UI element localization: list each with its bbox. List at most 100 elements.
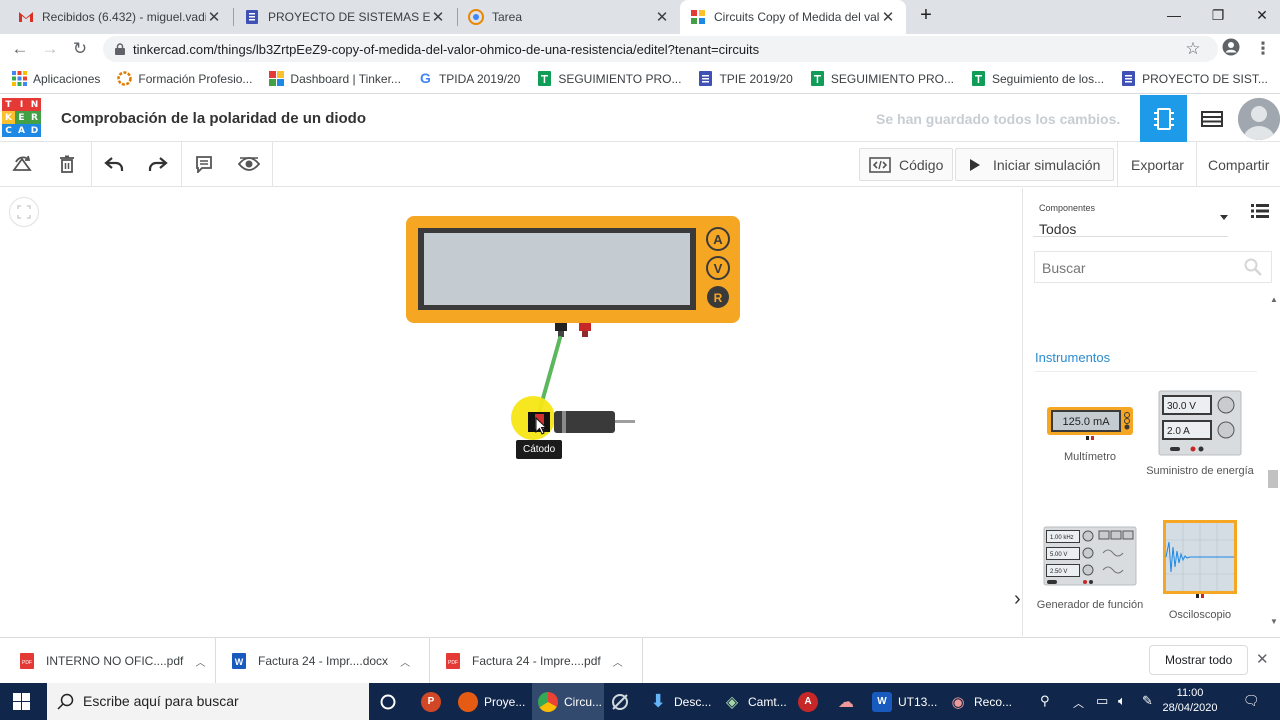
bookmark-item[interactable]: Seguimiento de los... — [971, 71, 1104, 86]
schematic-view-button[interactable] — [1188, 95, 1235, 142]
taskbar-app-word[interactable]: W UT13... — [872, 683, 940, 720]
scroll-up-icon[interactable]: ▲ — [1270, 295, 1278, 304]
system-clock[interactable]: 11:00 28/04/2020 — [1160, 686, 1220, 716]
browser-tab-forms[interactable]: PROYECTO DE SISTEMAS ELECTR ✕ — [234, 0, 456, 34]
browser-tab-circuits[interactable]: Circuits Copy of Medida del valor ✕ — [680, 0, 906, 34]
chevron-up-icon[interactable]: ︿ — [613, 654, 623, 669]
people-icon[interactable]: ⚲ — [1040, 693, 1050, 709]
url-field[interactable]: tinkercad.com/things/lb3ZrtpEeZ9-copy-of… — [103, 36, 1218, 62]
circuit-view-button[interactable] — [1140, 95, 1187, 142]
workplane-canvas[interactable]: A V R Cátodo › — [0, 188, 1022, 636]
bookmark-item[interactable]: Dashboard | Tinker... — [269, 71, 401, 86]
function-generator-thumbnail: 1.00 kHz 5.00 V 2.50 V — [1043, 526, 1137, 586]
bookmark-apps[interactable]: Aplicaciones — [12, 71, 100, 86]
component-function-generator[interactable]: 1.00 kHz 5.00 V 2.50 V Generador de func… — [1035, 526, 1145, 612]
generator-offset: 2.50 V — [1050, 569, 1067, 575]
notes-button[interactable] — [188, 148, 220, 180]
taskbar-app-downloads[interactable]: ⬇ Desc... — [648, 683, 716, 720]
chevron-up-icon[interactable]: ︿ — [195, 654, 205, 669]
volume-icon[interactable]: 🔈︎ — [1118, 693, 1126, 709]
search-placeholder: Buscar — [1042, 260, 1086, 276]
download-filename: INTERNO NO OFIC....pdf — [46, 654, 184, 668]
reload-icon[interactable]: ↻ — [68, 38, 92, 60]
task-view-icon[interactable] — [380, 683, 402, 720]
bookmark-item[interactable]: TPIE 2019/20 — [698, 71, 793, 86]
taskbar-search-input[interactable]: Escribe aquí para buscar — [47, 683, 369, 720]
rotate-button[interactable] — [6, 148, 38, 180]
close-icon[interactable]: ✕ — [430, 8, 446, 26]
close-icon[interactable]: ✕ — [206, 8, 222, 26]
bookmark-item[interactable]: SEGUIMIENTO PRO... — [537, 71, 681, 86]
powerpoint-icon[interactable]: P — [421, 683, 445, 720]
browser-tab-gmail[interactable]: Recibidos (6.432) - miguel.vadillo ✕ — [8, 0, 232, 34]
download-item[interactable]: PDF Factura 24 - Impre....pdf ︿ — [430, 638, 643, 684]
redo-button[interactable] — [142, 148, 174, 180]
component-multimeter[interactable]: 125.0 mA Multímetro — [1035, 406, 1145, 464]
bookmark-item[interactable]: G TPIDA 2019/20 — [418, 71, 520, 86]
scroll-thumb[interactable] — [1268, 470, 1278, 488]
collapse-panel-chevron-icon[interactable]: › — [1014, 588, 1021, 611]
close-icon[interactable]: ✕ — [880, 8, 896, 26]
components-filter-dropdown[interactable]: Componentes Todos — [1033, 195, 1228, 237]
delete-button[interactable] — [51, 148, 83, 180]
back-arrow-icon[interactable]: ← — [8, 38, 32, 60]
windows-start-icon[interactable] — [13, 693, 30, 713]
minimize-button[interactable]: — — [1152, 0, 1196, 30]
chevron-up-icon[interactable]: ︿ — [400, 654, 410, 669]
close-icon[interactable]: ✕ — [654, 8, 670, 26]
window-close-button[interactable]: ✕ — [1240, 0, 1280, 30]
logo-letter: D — [28, 124, 41, 137]
undo-icon — [104, 157, 124, 171]
taskbar-app-chrome[interactable]: Circu... — [532, 683, 604, 720]
windows-taskbar: Escribe aquí para buscar P Proye... Circ… — [0, 683, 1280, 720]
word-icon: W — [872, 691, 892, 712]
undo-button[interactable] — [98, 148, 130, 180]
close-icon[interactable]: ✕ — [1256, 650, 1269, 668]
share-button[interactable]: Compartir — [1199, 148, 1278, 181]
word-file-icon: W — [232, 653, 246, 669]
zoom-to-fit-button[interactable] — [9, 197, 39, 227]
mode-r-label: R — [714, 291, 723, 305]
arduino-icon[interactable]: A — [798, 683, 822, 720]
scroll-down-icon[interactable]: ▼ — [1270, 617, 1278, 626]
avatar[interactable] — [1238, 98, 1280, 140]
bookmark-item[interactable]: PROYECTO DE SIST... — [1121, 71, 1268, 86]
menu-dots-icon[interactable]: ⋮ — [1251, 38, 1275, 60]
pdf-file-icon: PDF — [20, 653, 34, 669]
profile-icon[interactable] — [1219, 38, 1243, 60]
panel-scrollbar[interactable]: ▲ ▼ — [1266, 295, 1280, 631]
tray-chevron-up-icon[interactable]: ︿ — [1073, 695, 1084, 711]
bookmark-item[interactable]: SEGUIMIENTO PRO... — [810, 71, 954, 86]
network-icon[interactable]: ▭ — [1096, 693, 1108, 709]
taskbar-app-camtasia[interactable]: ◈ Camt... — [722, 683, 788, 720]
component-search-input[interactable]: Buscar — [1034, 251, 1272, 283]
component-label: Suministro de energía — [1146, 465, 1254, 477]
export-button[interactable]: Exportar — [1122, 148, 1193, 181]
star-icon[interactable]: ☆ — [1181, 38, 1205, 60]
browser-tab-tarea[interactable]: Tarea ✕ — [458, 0, 680, 34]
download-item[interactable]: PDF INTERNO NO OFIC....pdf ︿ — [0, 638, 216, 684]
show-all-downloads-button[interactable]: Mostrar todo — [1149, 645, 1249, 675]
page-title[interactable]: Comprobación de la polaridad de un diodo — [61, 110, 366, 127]
download-item[interactable]: W Factura 24 - Impr....docx ︿ — [216, 638, 430, 684]
tinkercad-icon — [269, 71, 285, 86]
taskbar-app-firefox[interactable]: Proye... — [458, 683, 528, 720]
component-power-supply[interactable]: 30.0 V 2.0 A Suministro de energía — [1145, 390, 1255, 478]
code-button[interactable]: Código — [859, 148, 954, 181]
bookmark-item[interactable]: Formación Profesio... — [117, 71, 252, 86]
tinkercad-logo[interactable]: T I N K E R C A D — [2, 98, 42, 138]
pen-icon[interactable]: ✎ — [1142, 693, 1153, 709]
notification-icon[interactable]: 🗨︎ — [1243, 693, 1260, 709]
maximize-button[interactable]: ❐ — [1196, 0, 1240, 30]
start-simulation-button[interactable]: Iniciar simulación — [955, 148, 1115, 181]
cloud-app-icon[interactable]: ☁ — [836, 683, 862, 720]
new-tab-button[interactable]: + — [912, 0, 940, 30]
component-oscilloscope[interactable]: Osciloscopio — [1145, 518, 1255, 622]
multimeter[interactable]: A V R — [404, 214, 744, 344]
taskbar-app-recorder[interactable]: ◉ Reco... — [948, 683, 1014, 720]
list-view-icon[interactable] — [1251, 204, 1269, 218]
bookmarks-bar: Aplicaciones Formación Profesio... Dashb… — [0, 64, 1280, 94]
visibility-button[interactable] — [233, 148, 265, 180]
forward-arrow-icon[interactable]: → — [38, 38, 62, 60]
satellite-app-icon[interactable] — [610, 683, 636, 720]
